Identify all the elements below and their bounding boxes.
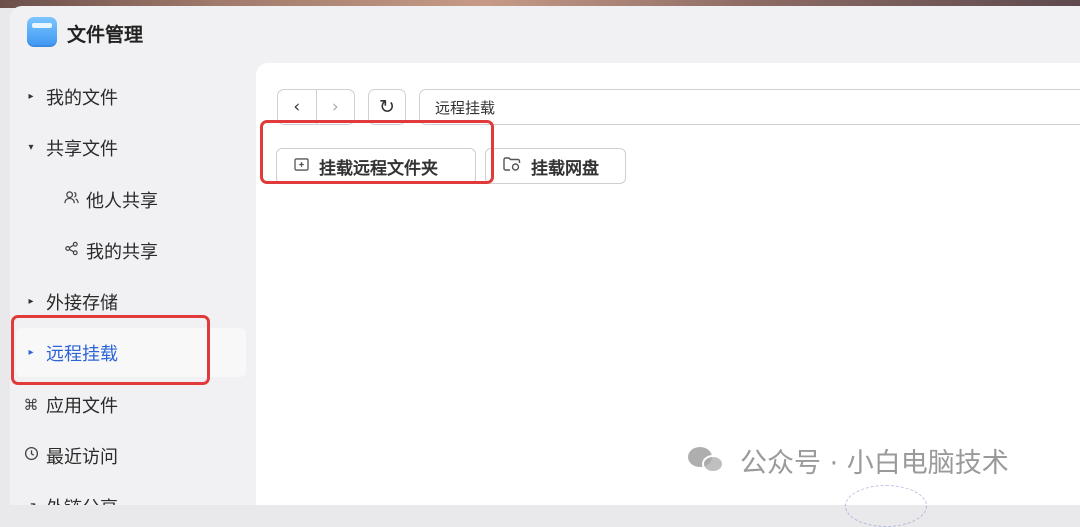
users-icon <box>56 190 86 209</box>
sidebar-item-label: 我的共享 <box>86 241 158 263</box>
file-manager-window: 文件管理 ▸ 我的文件 ▾ 共享文件 他人共享 我的共享 ▸ 外接存储 ▸ 远程… <box>10 6 1080 505</box>
folder-plus-icon <box>294 157 309 175</box>
watermark: 公众号 · 小白电脑技术 <box>688 442 1009 479</box>
sidebar-item-recent[interactable]: 最近访问 <box>16 431 246 480</box>
cloud-folder-icon <box>503 157 521 175</box>
refresh-button[interactable]: ↻ <box>368 89 406 125</box>
back-button[interactable]: ‹ <box>278 90 316 124</box>
main-panel: ‹ › ↻ 远程挂载 挂载远程文件夹 挂载网盘 <box>256 63 1080 505</box>
forward-button[interactable]: › <box>315 90 355 124</box>
caret-down-icon: ▾ <box>28 142 34 153</box>
sidebar-item-my-shares[interactable]: 我的共享 <box>56 226 246 275</box>
wechat-icon <box>688 445 726 475</box>
path-text: 远程挂载 <box>435 98 496 117</box>
sidebar-item-label: 他人共享 <box>86 190 158 212</box>
mount-cloud-disk-button[interactable]: 挂载网盘 <box>485 148 626 184</box>
caret-right-icon: ▸ <box>28 91 34 102</box>
caret-right-icon: ▸ <box>28 347 34 358</box>
refresh-icon: ↻ <box>379 96 395 118</box>
link-share-icon: ↗ <box>16 498 46 506</box>
sidebar-item-label: 共享文件 <box>46 138 118 160</box>
sidebar-item-label: 最近访问 <box>46 446 118 468</box>
sidebar-item-label: 外链分享 <box>46 494 118 506</box>
decorative-shape <box>845 485 927 527</box>
sidebar-item-remote-mount[interactable]: ▸ 远程挂载 <box>16 328 246 377</box>
sidebar-item-link-shares[interactable]: ↗ 外链分享 <box>16 482 246 506</box>
folder-app-icon <box>27 17 57 47</box>
sidebar-item-label: 远程挂载 <box>46 343 118 365</box>
apps-grid-icon: ⌘ <box>23 395 39 414</box>
path-bar[interactable]: 远程挂载 <box>419 89 1080 125</box>
share-icon <box>56 241 86 260</box>
sidebar-item-shared-files[interactable]: ▾ 共享文件 <box>16 123 246 172</box>
titlebar: 文件管理 <box>10 6 1080 62</box>
history-nav: ‹ › <box>277 89 355 125</box>
sidebar-item-app-files[interactable]: ⌘ 应用文件 <box>16 380 246 429</box>
mount-remote-folder-label: 挂载远程文件夹 <box>319 158 438 179</box>
sidebar: ▸ 我的文件 ▾ 共享文件 他人共享 我的共享 ▸ 外接存储 ▸ 远程挂载 ⌘ … <box>10 72 256 505</box>
app-title: 文件管理 <box>67 24 144 46</box>
caret-right-icon: ▸ <box>28 296 34 307</box>
sidebar-item-label: 外接存储 <box>46 292 118 314</box>
sidebar-item-label: 我的文件 <box>46 87 118 109</box>
sidebar-item-shared-with-me[interactable]: 他人共享 <box>56 175 246 224</box>
mount-remote-folder-button[interactable]: 挂载远程文件夹 <box>276 148 476 184</box>
sidebar-item-my-files[interactable]: ▸ 我的文件 <box>16 72 246 121</box>
sidebar-item-external-storage[interactable]: ▸ 外接存储 <box>16 277 246 326</box>
sidebar-item-label: 应用文件 <box>46 395 118 417</box>
watermark-text: 公众号 · 小白电脑技术 <box>740 447 1009 479</box>
clock-icon <box>16 446 46 465</box>
mount-cloud-disk-label: 挂载网盘 <box>531 158 599 179</box>
